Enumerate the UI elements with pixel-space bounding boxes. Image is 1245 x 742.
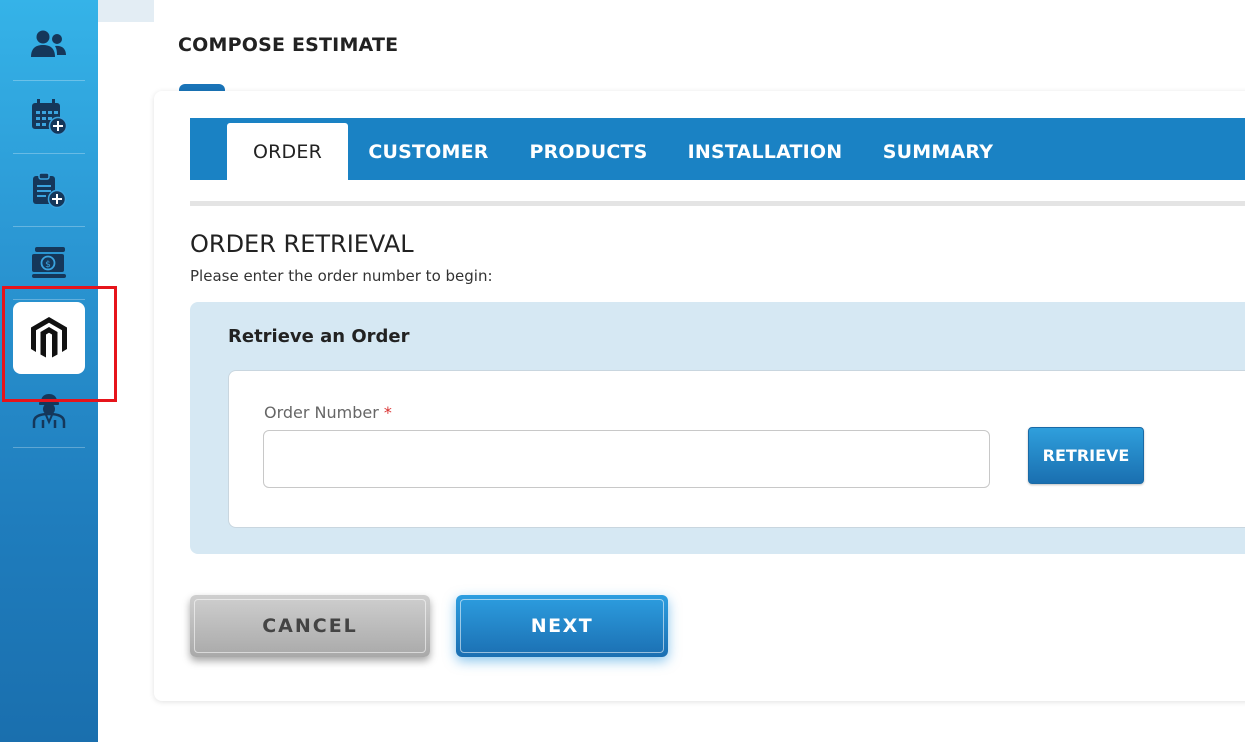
retrieve-panel-title: Retrieve an Order (228, 326, 410, 347)
page-title: COMPOSE ESTIMATE (178, 34, 399, 56)
tab-customer[interactable]: CUSTOMER (360, 123, 497, 180)
required-mark: * (383, 403, 392, 422)
highlight-box (2, 286, 117, 402)
section-subtitle: Please enter the order number to begin: (190, 267, 493, 285)
users-icon (31, 30, 66, 57)
section-title: ORDER RETRIEVAL (190, 230, 414, 258)
money-icon: $ (32, 247, 66, 278)
cancel-button[interactable]: CANCEL (190, 595, 430, 657)
tab-products[interactable]: PRODUCTS (520, 123, 657, 180)
wizard-tabbar: ORDER CUSTOMER PRODUCTS INSTALLATION SUM… (190, 118, 1245, 180)
sidebar-item-new-estimate[interactable] (13, 154, 85, 227)
sidebar-item-customers[interactable] (13, 8, 85, 81)
tab-installation[interactable]: INSTALLATION (680, 123, 850, 180)
order-number-input[interactable] (263, 430, 990, 488)
clipboard-add-icon (33, 172, 67, 209)
tab-order[interactable]: ORDER (227, 123, 348, 180)
next-button-label: NEXT (460, 599, 664, 653)
retrieve-button[interactable]: RETRIEVE (1028, 427, 1144, 484)
cancel-button-label: CANCEL (194, 599, 426, 653)
order-number-label: Order Number * (264, 403, 392, 422)
tab-summary[interactable]: SUMMARY (874, 123, 1002, 180)
topbar-strip (98, 0, 154, 22)
next-button[interactable]: NEXT (456, 595, 668, 657)
calendar-add-icon (32, 99, 68, 136)
divider (190, 201, 1245, 206)
svg-text:$: $ (45, 260, 51, 270)
sidebar-item-schedule[interactable] (13, 81, 85, 154)
order-number-label-text: Order Number (264, 403, 379, 422)
